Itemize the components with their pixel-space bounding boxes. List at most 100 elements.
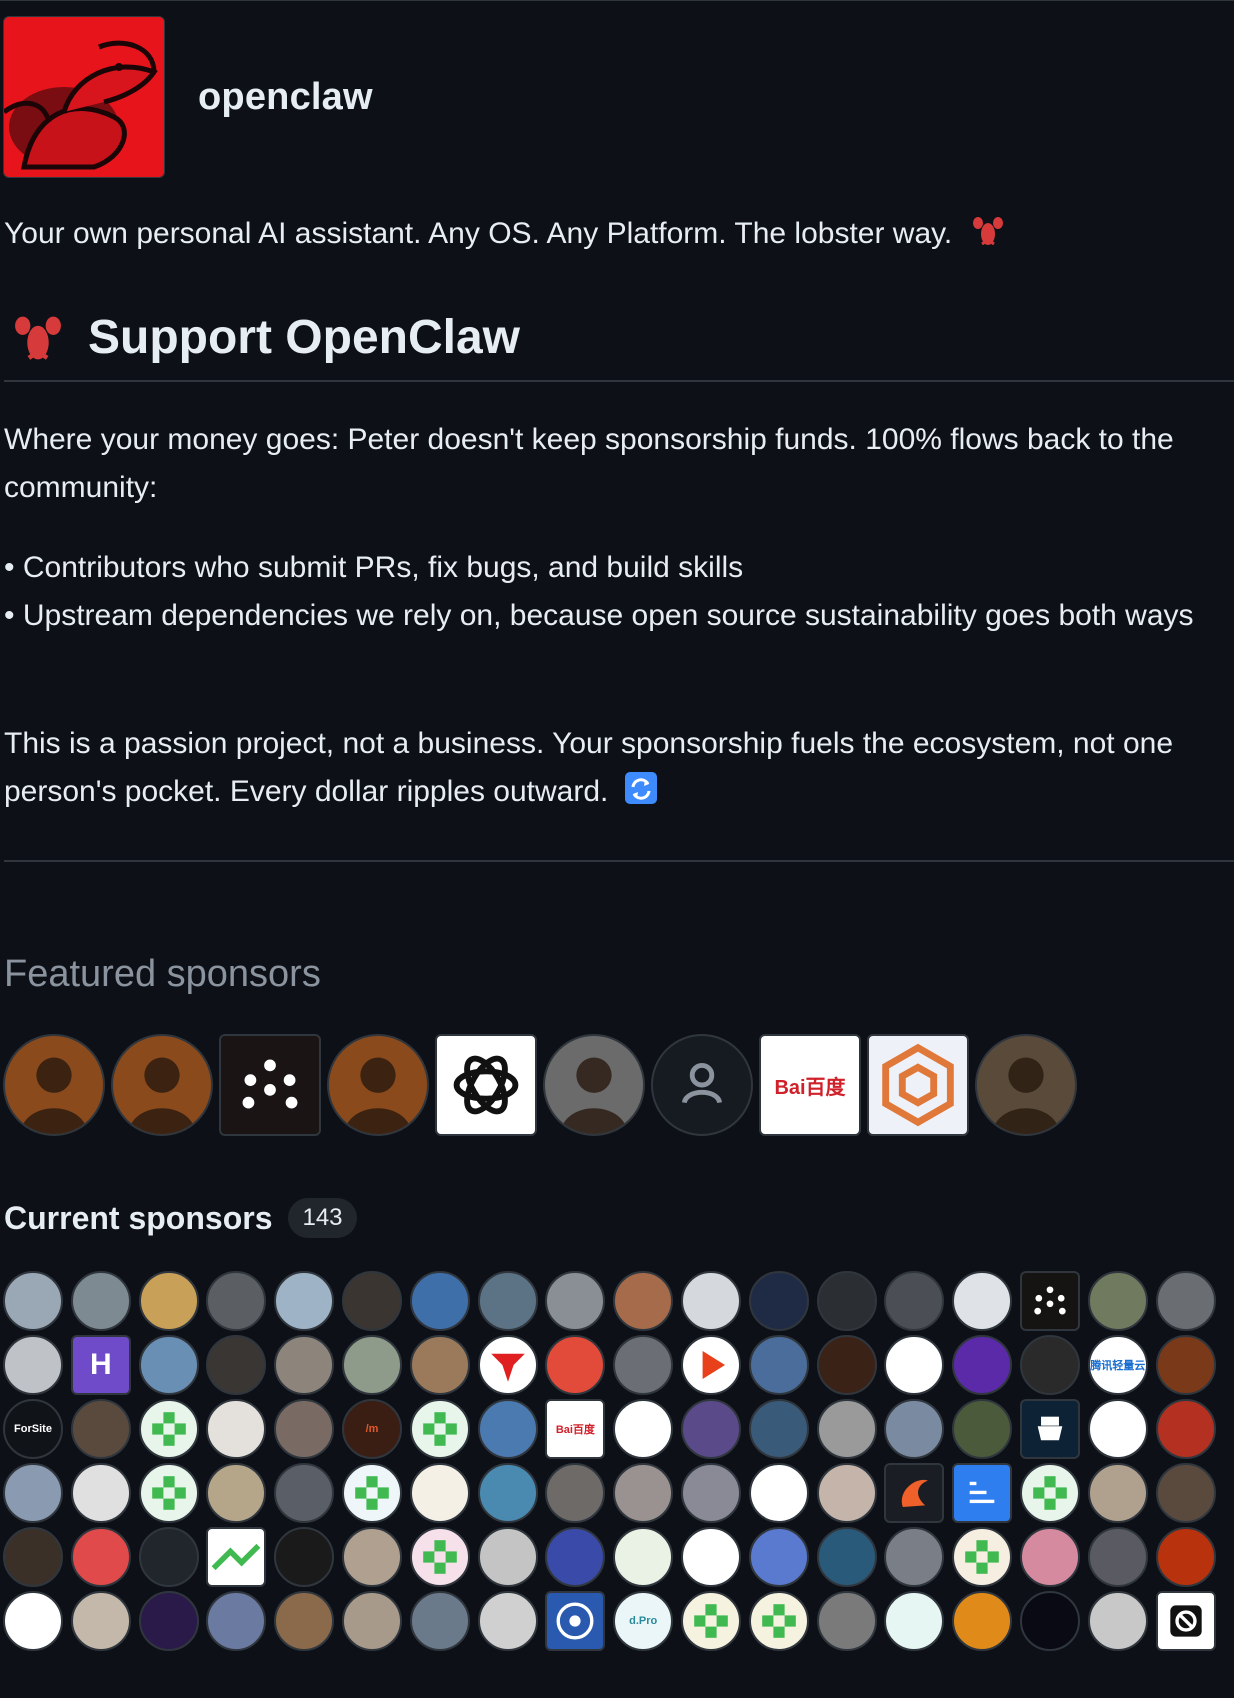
sponsor-avatar[interactable] [1155, 1591, 1216, 1651]
sponsor-avatar[interactable] [952, 1591, 1013, 1651]
sponsor-avatar[interactable] [613, 1527, 674, 1587]
sponsor-avatar[interactable] [138, 1271, 199, 1331]
sponsor-avatar[interactable] [1087, 1591, 1148, 1651]
sponsor-avatar[interactable] [816, 1271, 877, 1331]
sponsor-avatar[interactable] [341, 1335, 402, 1395]
sponsor-avatar[interactable]: Bai百度 [545, 1399, 606, 1459]
sponsor-avatar[interactable] [206, 1271, 267, 1331]
sponsor-avatar[interactable] [70, 1399, 131, 1459]
sponsor-avatar[interactable] [70, 1591, 131, 1651]
sponsor-avatar[interactable] [748, 1591, 809, 1651]
sponsor-avatar[interactable] [477, 1527, 538, 1587]
sponsor-avatar[interactable] [1155, 1463, 1216, 1523]
sponsor-avatar[interactable] [3, 1591, 63, 1651]
sponsor-avatar[interactable] [952, 1271, 1013, 1331]
sponsor-avatar[interactable] [274, 1271, 335, 1331]
sponsor-avatar[interactable] [613, 1271, 674, 1331]
featured-sponsor-avatar[interactable] [219, 1034, 321, 1136]
sponsor-avatar[interactable] [1087, 1271, 1148, 1331]
sponsor-avatar[interactable] [748, 1463, 809, 1523]
sponsor-avatar[interactable] [1019, 1399, 1080, 1459]
sponsor-avatar[interactable] [3, 1335, 63, 1395]
sponsor-avatar[interactable]: d.Pro [613, 1591, 674, 1651]
sponsor-avatar[interactable] [1155, 1527, 1216, 1587]
sponsor-avatar[interactable] [1087, 1463, 1148, 1523]
sponsor-avatar[interactable] [138, 1527, 199, 1587]
sponsor-avatar[interactable]: ForSite [3, 1399, 63, 1459]
sponsor-avatar[interactable] [613, 1335, 674, 1395]
sponsor-avatar[interactable] [545, 1335, 606, 1395]
sponsor-avatar[interactable] [952, 1399, 1013, 1459]
featured-sponsor-avatar[interactable] [651, 1034, 753, 1136]
sponsor-avatar[interactable] [1155, 1399, 1216, 1459]
sponsor-avatar[interactable] [477, 1271, 538, 1331]
sponsor-avatar[interactable] [206, 1399, 267, 1459]
sponsor-avatar[interactable] [477, 1591, 538, 1651]
sponsor-avatar[interactable] [70, 1271, 131, 1331]
sponsor-avatar[interactable] [138, 1591, 199, 1651]
sponsor-avatar[interactable] [680, 1463, 741, 1523]
sponsor-avatar[interactable] [884, 1591, 945, 1651]
sponsor-avatar[interactable] [748, 1271, 809, 1331]
sponsor-avatar[interactable] [341, 1463, 402, 1523]
sponsor-avatar[interactable] [816, 1399, 877, 1459]
sponsor-avatar[interactable] [613, 1399, 674, 1459]
sponsor-avatar[interactable] [3, 1527, 63, 1587]
sponsor-avatar[interactable] [409, 1527, 470, 1587]
sponsor-avatar[interactable] [884, 1399, 945, 1459]
sponsor-avatar[interactable] [952, 1335, 1013, 1395]
sponsor-avatar[interactable]: /m [341, 1399, 402, 1459]
featured-sponsor-avatar[interactable] [543, 1034, 645, 1136]
sponsor-avatar[interactable] [816, 1591, 877, 1651]
sponsor-avatar[interactable] [341, 1527, 402, 1587]
sponsor-avatar[interactable] [70, 1527, 131, 1587]
sponsor-avatar[interactable] [1019, 1463, 1080, 1523]
sponsor-avatar[interactable] [138, 1335, 199, 1395]
sponsor-avatar[interactable] [816, 1527, 877, 1587]
sponsor-avatar[interactable] [545, 1463, 606, 1523]
sponsor-avatar[interactable] [1155, 1335, 1216, 1395]
sponsor-avatar[interactable] [409, 1271, 470, 1331]
sponsor-avatar[interactable] [748, 1335, 809, 1395]
featured-sponsor-avatar[interactable] [327, 1034, 429, 1136]
sponsor-avatar[interactable] [70, 1463, 131, 1523]
sponsor-avatar[interactable] [3, 1463, 63, 1523]
sponsor-avatar[interactable] [680, 1399, 741, 1459]
sponsor-avatar[interactable] [274, 1527, 335, 1587]
featured-sponsor-avatar[interactable] [975, 1034, 1077, 1136]
sponsor-avatar[interactable] [138, 1463, 199, 1523]
sponsor-avatar[interactable] [138, 1399, 199, 1459]
sponsor-avatar[interactable] [206, 1335, 267, 1395]
sponsor-avatar[interactable] [680, 1591, 741, 1651]
sponsor-avatar[interactable]: 腾讯轻量云 [1087, 1335, 1148, 1395]
sponsor-avatar[interactable] [952, 1463, 1013, 1523]
sponsor-avatar[interactable] [206, 1591, 267, 1651]
sponsor-avatar[interactable] [206, 1463, 267, 1523]
sponsor-avatar[interactable] [680, 1335, 741, 1395]
sponsor-avatar[interactable] [1019, 1527, 1080, 1587]
sponsor-avatar[interactable] [545, 1527, 606, 1587]
sponsor-avatar[interactable] [613, 1463, 674, 1523]
featured-sponsor-avatar[interactable] [435, 1034, 537, 1136]
sponsor-avatar[interactable] [1019, 1271, 1080, 1331]
sponsor-avatar[interactable] [748, 1527, 809, 1587]
sponsor-avatar[interactable] [477, 1463, 538, 1523]
sponsor-avatar[interactable] [545, 1271, 606, 1331]
lobster-logo-icon[interactable] [3, 16, 165, 178]
sponsor-avatar[interactable] [680, 1271, 741, 1331]
sponsor-avatar[interactable] [206, 1527, 267, 1587]
sponsor-avatar[interactable] [1087, 1399, 1148, 1459]
sponsor-avatar[interactable] [952, 1527, 1013, 1587]
sponsor-avatar[interactable] [816, 1335, 877, 1395]
sponsor-avatar[interactable] [884, 1527, 945, 1587]
sponsor-avatar[interactable] [3, 1271, 63, 1331]
featured-sponsor-avatar[interactable] [3, 1034, 105, 1136]
sponsor-avatar[interactable] [274, 1335, 335, 1395]
sponsor-avatar[interactable] [477, 1399, 538, 1459]
sponsor-avatar[interactable] [409, 1591, 470, 1651]
sponsor-avatar[interactable] [884, 1271, 945, 1331]
sponsor-avatar[interactable] [748, 1399, 809, 1459]
sponsor-avatar[interactable] [1019, 1335, 1080, 1395]
featured-sponsor-avatar[interactable] [111, 1034, 213, 1136]
sponsor-avatar[interactable] [274, 1591, 335, 1651]
